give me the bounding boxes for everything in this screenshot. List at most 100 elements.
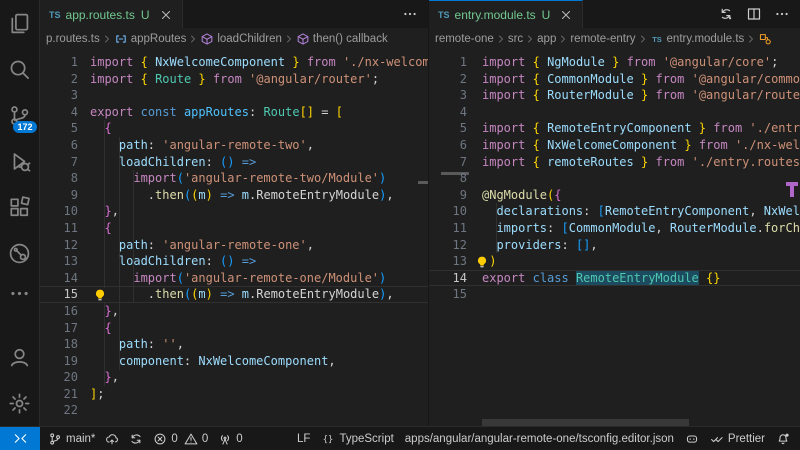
- code-line[interactable]: 3: [40, 87, 428, 104]
- line-number[interactable]: 12: [40, 237, 78, 254]
- line-number[interactable]: 2: [40, 71, 78, 88]
- code-line[interactable]: 1import { NxWelcomeComponent } from './n…: [40, 54, 428, 71]
- code-line[interactable]: 12 path: 'angular-remote-one',: [40, 237, 428, 254]
- breadcrumb-item[interactable]: src: [508, 33, 523, 45]
- lightbulb-icon[interactable]: [93, 288, 107, 302]
- code-line[interactable]: 14export class RemoteEntryModule {}: [429, 270, 800, 287]
- code-line[interactable]: 22: [40, 402, 428, 419]
- lightbulb-icon[interactable]: [475, 255, 489, 269]
- status-item[interactable]: [685, 432, 699, 446]
- line-number[interactable]: 9: [40, 187, 78, 204]
- open-changes-icon[interactable]: [718, 6, 734, 22]
- line-number[interactable]: 10: [429, 203, 467, 220]
- tab-entry-module[interactable]: TS entry.module.ts U: [429, 0, 583, 28]
- line-number[interactable]: 16: [40, 303, 78, 320]
- line-number[interactable]: 2: [429, 71, 467, 88]
- status-item-main-[interactable]: main*: [48, 432, 95, 446]
- line-number[interactable]: 3: [40, 87, 78, 104]
- code-line[interactable]: 7 loadChildren: () =>: [40, 154, 428, 171]
- line-number[interactable]: 1: [40, 54, 78, 71]
- line-number[interactable]: 6: [40, 137, 78, 154]
- status-item[interactable]: [105, 432, 119, 446]
- code-line[interactable]: 19 component: NxWelcomeComponent,: [40, 353, 428, 370]
- code-line[interactable]: 13 loadChildren: () =>: [40, 253, 428, 270]
- status-item-0[interactable]: 0: [218, 432, 242, 446]
- horizontal-scrollbar[interactable]: [482, 419, 689, 426]
- line-number[interactable]: 9: [429, 187, 467, 204]
- close-icon[interactable]: [159, 8, 173, 22]
- code-line[interactable]: 18 path: '',: [40, 336, 428, 353]
- more-actions-icon[interactable]: [402, 6, 418, 22]
- remote-indicator[interactable]: [0, 427, 40, 450]
- line-number[interactable]: 7: [429, 154, 467, 171]
- code-line[interactable]: 8: [429, 170, 800, 187]
- code-line[interactable]: 8 import('angular-remote-two/Module'): [40, 170, 428, 187]
- close-icon[interactable]: [559, 8, 573, 22]
- line-number[interactable]: 14: [40, 270, 78, 287]
- code-line[interactable]: 7import { remoteRoutes } from './entry.r…: [429, 154, 800, 171]
- breadcrumb-item[interactable]: remote-entry: [570, 33, 635, 45]
- status-item-apps-angular-angular-rem[interactable]: apps/angular/angular-remote-one/tsconfig…: [405, 433, 674, 445]
- code-line[interactable]: 15 .then((m) => m.RemoteEntryModule),: [40, 286, 428, 303]
- line-number[interactable]: 4: [40, 104, 78, 121]
- line-number[interactable]: 7: [40, 154, 78, 171]
- code-line[interactable]: 16 },: [40, 303, 428, 320]
- code-line[interactable]: 10 declarations: [RemoteEntryComponent, …: [429, 203, 800, 220]
- code-line[interactable]: 17 {: [40, 320, 428, 337]
- nx-console-activity-button[interactable]: [0, 230, 40, 276]
- breadcrumb-item[interactable]: loadChildren: [200, 32, 282, 46]
- line-number[interactable]: 8: [40, 170, 78, 187]
- code-line[interactable]: 3import { RouterModule } from '@angular/…: [429, 87, 800, 104]
- code-editor-entry-module[interactable]: 1import { NgModule } from '@angular/core…: [429, 50, 800, 426]
- status-item-0[interactable]: 0: [153, 432, 177, 446]
- line-number[interactable]: 13: [40, 253, 78, 270]
- code-line[interactable]: 1import { NgModule } from '@angular/core…: [429, 54, 800, 71]
- settings-gear-button[interactable]: [0, 380, 40, 426]
- line-number[interactable]: 5: [40, 120, 78, 137]
- code-line[interactable]: 21];: [40, 386, 428, 403]
- code-line[interactable]: 14 import('angular-remote-one/Module'): [40, 270, 428, 287]
- code-editor-app-routes[interactable]: 1import { NxWelcomeComponent } from './n…: [40, 50, 428, 426]
- line-number[interactable]: 12: [429, 237, 467, 254]
- breadcrumb-item[interactable]: app: [537, 33, 556, 45]
- line-number[interactable]: 21: [40, 386, 78, 403]
- code-line[interactable]: 9@NgModule({: [429, 187, 800, 204]
- code-line[interactable]: 9 .then((m) => m.RemoteEntryModule),: [40, 187, 428, 204]
- line-number[interactable]: 14: [429, 270, 467, 287]
- code-line[interactable]: 20 },: [40, 369, 428, 386]
- status-item-prettier[interactable]: Prettier: [710, 432, 765, 446]
- account-button[interactable]: [0, 334, 40, 380]
- status-item[interactable]: [129, 432, 143, 446]
- line-number[interactable]: 3: [429, 87, 467, 104]
- status-item[interactable]: [776, 432, 790, 446]
- code-line[interactable]: 4export const appRoutes: Route[] = [: [40, 104, 428, 121]
- breadcrumb-item[interactable]: appRoutes: [114, 32, 187, 46]
- breadcrumb-item[interactable]: [758, 32, 772, 46]
- line-number[interactable]: 13: [429, 253, 467, 270]
- breadcrumb-item[interactable]: then() callback: [296, 32, 388, 46]
- code-line[interactable]: 6import { NxWelcomeComponent } from './n…: [429, 137, 800, 154]
- line-number[interactable]: 11: [429, 220, 467, 237]
- code-line[interactable]: 13}): [429, 253, 800, 270]
- code-line[interactable]: 12 providers: [],: [429, 237, 800, 254]
- more-views-activity-button[interactable]: [0, 276, 40, 310]
- code-line[interactable]: 10 },: [40, 203, 428, 220]
- breadcrumb-item[interactable]: p.routes.ts: [46, 33, 100, 45]
- line-number[interactable]: 8: [429, 170, 467, 187]
- line-number[interactable]: 18: [40, 336, 78, 353]
- line-number[interactable]: 20: [40, 369, 78, 386]
- code-line[interactable]: 4: [429, 104, 800, 121]
- explorer-activity-button[interactable]: [0, 0, 40, 46]
- line-number[interactable]: 15: [40, 286, 78, 303]
- code-line[interactable]: 6 path: 'angular-remote-two',: [40, 137, 428, 154]
- line-number[interactable]: 22: [40, 402, 78, 419]
- split-editor-icon[interactable]: [746, 6, 762, 22]
- status-item-typescript[interactable]: {}TypeScript: [321, 432, 393, 446]
- line-number[interactable]: 11: [40, 220, 78, 237]
- more-actions-icon[interactable]: [774, 6, 790, 22]
- line-number[interactable]: 4: [429, 104, 467, 121]
- run-debug-activity-button[interactable]: [0, 138, 40, 184]
- source-control-activity-button[interactable]: 172: [0, 92, 40, 138]
- line-number[interactable]: 10: [40, 203, 78, 220]
- line-number[interactable]: 1: [429, 54, 467, 71]
